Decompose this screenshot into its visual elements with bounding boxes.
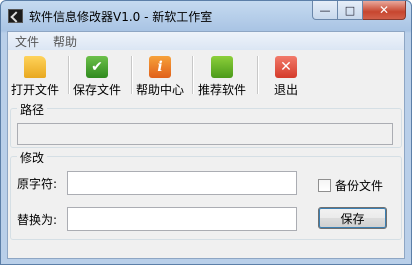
path-group-title: 路径 <box>17 101 48 118</box>
modify-group-title: 修改 <box>17 149 48 166</box>
toolbar: 打开文件 ✔ 保存文件 i 帮助中心 推荐软件 ✕ 退出 <box>8 51 404 97</box>
backup-label: 备份文件 <box>335 179 384 193</box>
path-field[interactable] <box>17 123 393 145</box>
modify-group: 修改 原字符: 备份文件 替换为: 保存 <box>10 149 402 240</box>
open-file-label: 打开文件 <box>11 83 60 97</box>
app-window: 软件信息修改器V1.0 - 新软工作室 — □ ✕ 文件 帮助 打开文件 ✔ 保… <box>0 0 412 265</box>
save-file-button[interactable]: ✔ 保存文件 <box>73 51 121 98</box>
toolbar-separator <box>68 56 70 94</box>
info-icon: i <box>149 56 171 78</box>
backup-checkbox[interactable] <box>318 179 331 192</box>
replace-label: 替换为: <box>17 213 58 227</box>
close-x-icon: ✕ <box>275 56 297 78</box>
app-icon[interactable] <box>8 9 23 23</box>
exit-button[interactable]: ✕ 退出 <box>274 51 298 98</box>
open-file-button[interactable]: 打开文件 <box>11 51 59 98</box>
save-button[interactable]: 保存 <box>318 207 387 229</box>
toolbar-separator <box>257 56 259 94</box>
window-title: 软件信息修改器V1.0 - 新软工作室 <box>29 10 213 24</box>
help-center-label: 帮助中心 <box>136 83 185 97</box>
menu-help[interactable]: 帮助 <box>46 33 84 50</box>
leaf-icon <box>211 56 233 78</box>
save-file-label: 保存文件 <box>73 83 122 97</box>
original-input[interactable] <box>67 171 297 195</box>
minimize-button[interactable]: — <box>312 1 338 20</box>
path-group: 路径 <box>10 101 402 148</box>
folder-icon <box>24 56 46 78</box>
recommend-software-button[interactable]: 推荐软件 <box>198 51 246 98</box>
original-label: 原字符: <box>17 177 58 191</box>
exit-label: 退出 <box>274 83 299 97</box>
menu-bar: 文件 帮助 <box>8 32 404 50</box>
window-controls: — □ ✕ <box>312 1 406 21</box>
toolbar-separator <box>131 56 133 94</box>
menu-file[interactable]: 文件 <box>8 33 46 50</box>
replace-input[interactable] <box>67 207 297 231</box>
checkmark-icon: ✔ <box>86 56 108 78</box>
client-area: 文件 帮助 打开文件 ✔ 保存文件 i 帮助中心 推荐软件 ✕ 退出 路径 修改… <box>7 31 405 259</box>
recommend-software-label: 推荐软件 <box>198 83 247 97</box>
title-bar[interactable]: 软件信息修改器V1.0 - 新软工作室 — □ ✕ <box>1 1 411 31</box>
close-button[interactable]: ✕ <box>363 1 406 20</box>
toolbar-separator <box>192 56 194 94</box>
help-center-button[interactable]: i 帮助中心 <box>136 51 184 98</box>
maximize-button[interactable]: □ <box>338 1 363 20</box>
